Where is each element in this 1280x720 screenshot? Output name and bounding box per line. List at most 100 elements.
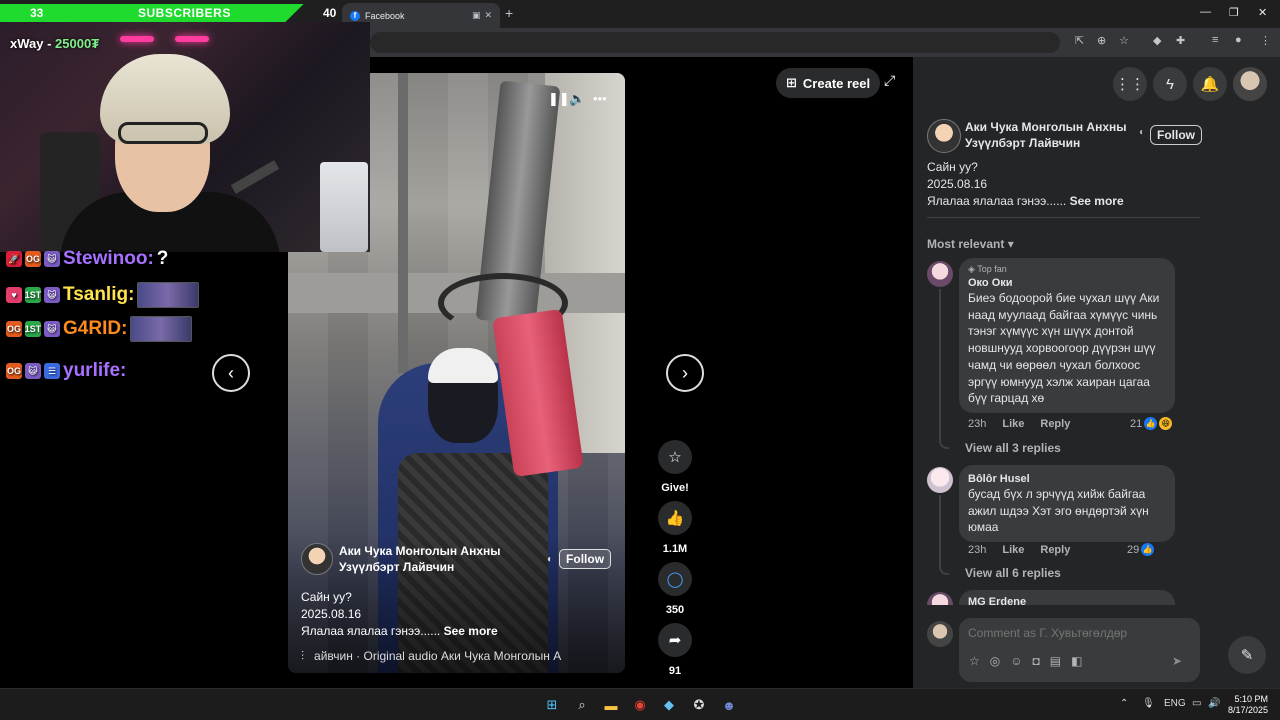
- search-icon[interactable]: ⌕: [573, 696, 591, 714]
- globe-icon: ◐: [547, 553, 554, 565]
- microphone-icon[interactable]: 🎙: [1142, 698, 1155, 709]
- clock[interactable]: 5:10 PM 8/17/2025: [1228, 694, 1268, 716]
- view-replies-link[interactable]: View all 3 replies: [965, 441, 1061, 455]
- follow-button[interactable]: Follow: [1150, 125, 1202, 145]
- app-icon[interactable]: ✪: [690, 696, 708, 714]
- volume-tray-icon[interactable]: 🔊: [1208, 698, 1220, 709]
- chat-emote-image: [130, 316, 193, 342]
- more-options-icon[interactable]: •••: [593, 91, 607, 106]
- sub-label: SUBSCRIBERS: [138, 6, 231, 20]
- chrome-icon[interactable]: ◉: [631, 696, 649, 714]
- camera-icon[interactable]: ◘: [1033, 654, 1040, 668]
- messenger-icon[interactable]: ϟ: [1153, 67, 1187, 101]
- like-button[interactable]: 👍 1.1M: [655, 501, 695, 555]
- gif-icon[interactable]: ▤: [1050, 654, 1061, 668]
- comment-reply-link[interactable]: Reply: [1040, 544, 1070, 556]
- comment-bubble: MG Erdene: [959, 590, 1175, 605]
- avatar-sticker-icon[interactable]: ☆: [969, 654, 980, 668]
- comment-button[interactable]: ◯ 350: [655, 562, 695, 616]
- comment-input[interactable]: [968, 626, 1188, 640]
- commenter-name[interactable]: Око Оки: [968, 277, 1166, 289]
- create-reel-label: Create reel: [802, 75, 871, 91]
- top-fan-badge: ◈ Top fan: [968, 264, 1166, 275]
- sort-dropdown[interactable]: Most relevant ▾: [927, 237, 1014, 251]
- picture-in-picture-icon[interactable]: ▣: [472, 10, 481, 21]
- puzzle-icon[interactable]: ✚: [1176, 34, 1185, 47]
- follow-button[interactable]: Follow: [559, 549, 612, 569]
- cast-icon[interactable]: ⇱: [1075, 34, 1084, 47]
- comment-like-link[interactable]: Like: [1002, 544, 1024, 556]
- sticker-icon[interactable]: ◧: [1071, 654, 1082, 668]
- minimize-icon[interactable]: —: [1200, 6, 1211, 18]
- discord-icon[interactable]: ☻: [720, 696, 738, 714]
- commenter-avatar[interactable]: [927, 261, 953, 287]
- create-reel-button[interactable]: ⊞ Create reel: [776, 68, 881, 98]
- emoji-face-icon[interactable]: ◎: [990, 654, 1000, 668]
- comment-like-link[interactable]: Like: [1002, 418, 1024, 430]
- comment-time[interactable]: 23h: [968, 544, 986, 556]
- neon-light: [120, 36, 154, 42]
- give-star-icon: ☆: [658, 440, 692, 474]
- reading-list-icon[interactable]: ≡: [1212, 34, 1218, 46]
- notifications-bell-icon[interactable]: 🔔: [1193, 67, 1227, 101]
- reel-audio[interactable]: ⫶ айвчин · Original audio Аки Чука Монго…: [301, 649, 621, 664]
- commenter-name[interactable]: MG Erdene: [968, 596, 1166, 605]
- close-tab-icon[interactable]: ✕: [484, 10, 492, 21]
- comment-reactions[interactable]: 21 👍 😆: [1130, 417, 1173, 430]
- author-avatar[interactable]: [927, 119, 961, 153]
- commenter-avatar[interactable]: [927, 592, 953, 605]
- new-tab-button[interactable]: +: [505, 5, 513, 21]
- send-icon[interactable]: ➤: [1172, 654, 1182, 668]
- language-indicator[interactable]: ENG: [1164, 698, 1186, 709]
- comment-text: Биеэ бодоорой бие чухал шүү Аки наад муу…: [968, 291, 1160, 406]
- current-user-avatar: [927, 621, 953, 647]
- comment-text: бусад бүх л эрчүүд хийж байгаа ажил шдээ…: [968, 487, 1149, 535]
- profile-icon[interactable]: ●: [1235, 34, 1242, 46]
- comment-reactions[interactable]: 29 👍: [1127, 543, 1155, 556]
- commenter-name[interactable]: Bôlôr Husel: [968, 473, 1166, 485]
- extension-icon[interactable]: ◆: [1153, 34, 1161, 47]
- sub-current: 33: [30, 6, 44, 20]
- view-replies-link[interactable]: View all 6 replies: [965, 566, 1061, 580]
- new-message-button[interactable]: ✎: [1228, 636, 1266, 674]
- url-field[interactable]: [370, 32, 1060, 53]
- pause-icon[interactable]: ❚❚: [548, 91, 570, 107]
- comment-reply-link[interactable]: Reply: [1040, 418, 1070, 430]
- volume-icon[interactable]: 🔈: [569, 91, 585, 107]
- commenter-avatar[interactable]: [927, 467, 953, 493]
- network-icon[interactable]: ▭: [1192, 698, 1201, 709]
- menu-grid-icon[interactable]: ⋮⋮: [1113, 67, 1147, 101]
- author-name-line1: Аки Чука Монголын Анхны: [965, 120, 1127, 134]
- bookmark-star-icon[interactable]: ☆: [1119, 34, 1129, 47]
- comment-time[interactable]: 23h: [968, 418, 986, 430]
- see-more-link[interactable]: See more: [1070, 194, 1124, 208]
- close-window-icon[interactable]: ✕: [1258, 6, 1267, 19]
- tray-expand-icon[interactable]: ⌃: [1120, 698, 1128, 709]
- steam-icon[interactable]: ◆: [660, 696, 678, 714]
- file-explorer-icon[interactable]: ▬: [602, 696, 620, 714]
- og-badge-icon: OG: [6, 321, 22, 337]
- cat-badge-icon: 😺: [44, 287, 60, 303]
- share-button[interactable]: ➦ 91: [655, 623, 695, 677]
- expand-icon[interactable]: ⤢: [884, 72, 895, 89]
- give-button[interactable]: ☆ Give!: [655, 440, 695, 494]
- zoom-icon[interactable]: ⊕: [1097, 34, 1106, 47]
- see-more-link[interactable]: See more: [444, 624, 498, 638]
- author-name[interactable]: Аки Чука Монголын Анхны Узүүлбэрт Лайвчи…: [965, 119, 1135, 151]
- restore-icon[interactable]: ❐: [1229, 6, 1239, 19]
- account-avatar[interactable]: [1233, 67, 1267, 101]
- divider: [927, 217, 1200, 218]
- author-name[interactable]: Аки Чука Монголын Анхны Узүүлбэрт Лайвчи…: [339, 543, 539, 575]
- windows-start-icon[interactable]: ⊞: [543, 696, 561, 714]
- chat-username: yurlife:: [63, 360, 127, 381]
- video-pipe: [398, 73, 408, 373]
- author-avatar[interactable]: [301, 543, 333, 575]
- reaction-count: 29: [1127, 543, 1140, 556]
- emoji-icon[interactable]: ☺: [1010, 654, 1022, 668]
- next-reel-button[interactable]: ›: [666, 354, 704, 392]
- points-separator: -: [43, 36, 56, 51]
- chat-username: Tsanlig:: [63, 284, 135, 305]
- previous-reel-button[interactable]: ‹: [212, 354, 250, 392]
- sub-goal: 40: [323, 6, 337, 20]
- menu-kebab-icon[interactable]: ⋮: [1260, 34, 1271, 47]
